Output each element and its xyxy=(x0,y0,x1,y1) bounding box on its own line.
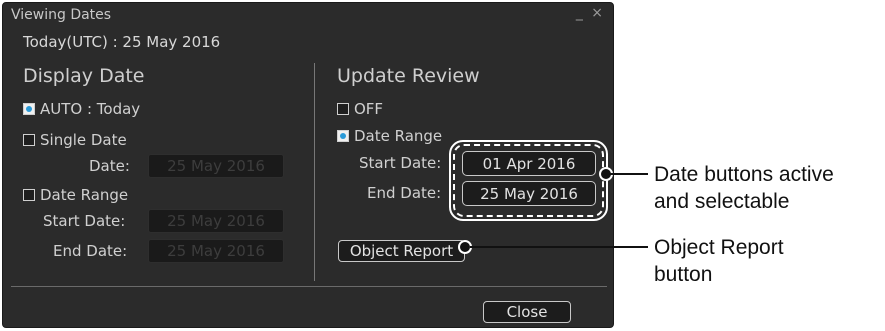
display-end-date-field: 25 May 2016 xyxy=(148,239,284,263)
object-report-callout-line xyxy=(470,246,648,248)
date-buttons-callout-line xyxy=(610,173,648,175)
off-checkbox-icon[interactable] xyxy=(337,103,349,115)
single-date-label: Single Date xyxy=(40,131,127,149)
display-date-range-label: Date Range xyxy=(40,186,129,204)
update-start-date-label: Start Date: xyxy=(359,154,442,172)
single-date-checkbox-icon[interactable] xyxy=(23,134,35,146)
object-report-callout-line1: Object Report xyxy=(654,236,784,259)
single-date-option[interactable]: Single Date xyxy=(23,131,127,149)
date-range-radio-selected-icon[interactable] xyxy=(337,130,349,142)
date-buttons-callout-line2: and selectable xyxy=(654,190,790,213)
update-off-option[interactable]: OFF xyxy=(337,100,383,118)
section-divider xyxy=(314,63,315,281)
display-date-range-option[interactable]: Date Range xyxy=(23,186,128,204)
start-date-button[interactable]: 01 Apr 2016 xyxy=(462,151,596,176)
viewing-dates-dialog: Viewing Dates _ × Today(UTC) : 25 May 20… xyxy=(2,2,614,328)
today-utc-label: Today(UTC) : 25 May 2016 xyxy=(23,33,221,51)
display-start-date-field: 25 May 2016 xyxy=(148,209,284,233)
date-buttons-callout-text: Date buttons active and selectable xyxy=(654,161,834,215)
display-start-date-label: Start Date: xyxy=(43,212,126,230)
end-date-button[interactable]: 25 May 2016 xyxy=(462,181,596,206)
dialog-title: Viewing Dates xyxy=(11,7,112,23)
window-controls[interactable]: _ × xyxy=(576,5,605,21)
auto-radio-selected-icon[interactable] xyxy=(23,103,35,115)
display-date-heading: Display Date xyxy=(23,65,145,87)
auto-today-option[interactable]: AUTO : Today xyxy=(23,100,140,118)
display-end-date-label: End Date: xyxy=(53,242,128,260)
update-end-date-label: End Date: xyxy=(367,184,442,202)
date-range-checkbox-icon[interactable] xyxy=(23,189,35,201)
auto-today-label: AUTO : Today xyxy=(40,100,141,118)
object-report-button[interactable]: Object Report xyxy=(338,240,465,262)
date-buttons-callout-line1: Date buttons active xyxy=(654,163,834,186)
footer-divider xyxy=(11,286,607,287)
object-report-callout-text: Object Report button xyxy=(654,234,784,288)
update-date-range-label: Date Range xyxy=(354,127,443,145)
update-review-heading: Update Review xyxy=(337,65,480,87)
update-date-range-option[interactable]: Date Range xyxy=(337,127,442,145)
date-label: Date: xyxy=(89,157,130,175)
object-report-callout-line2: button xyxy=(654,263,713,286)
off-label: OFF xyxy=(354,100,384,118)
close-button[interactable]: Close xyxy=(483,301,571,323)
single-date-field: 25 May 2016 xyxy=(148,154,284,178)
